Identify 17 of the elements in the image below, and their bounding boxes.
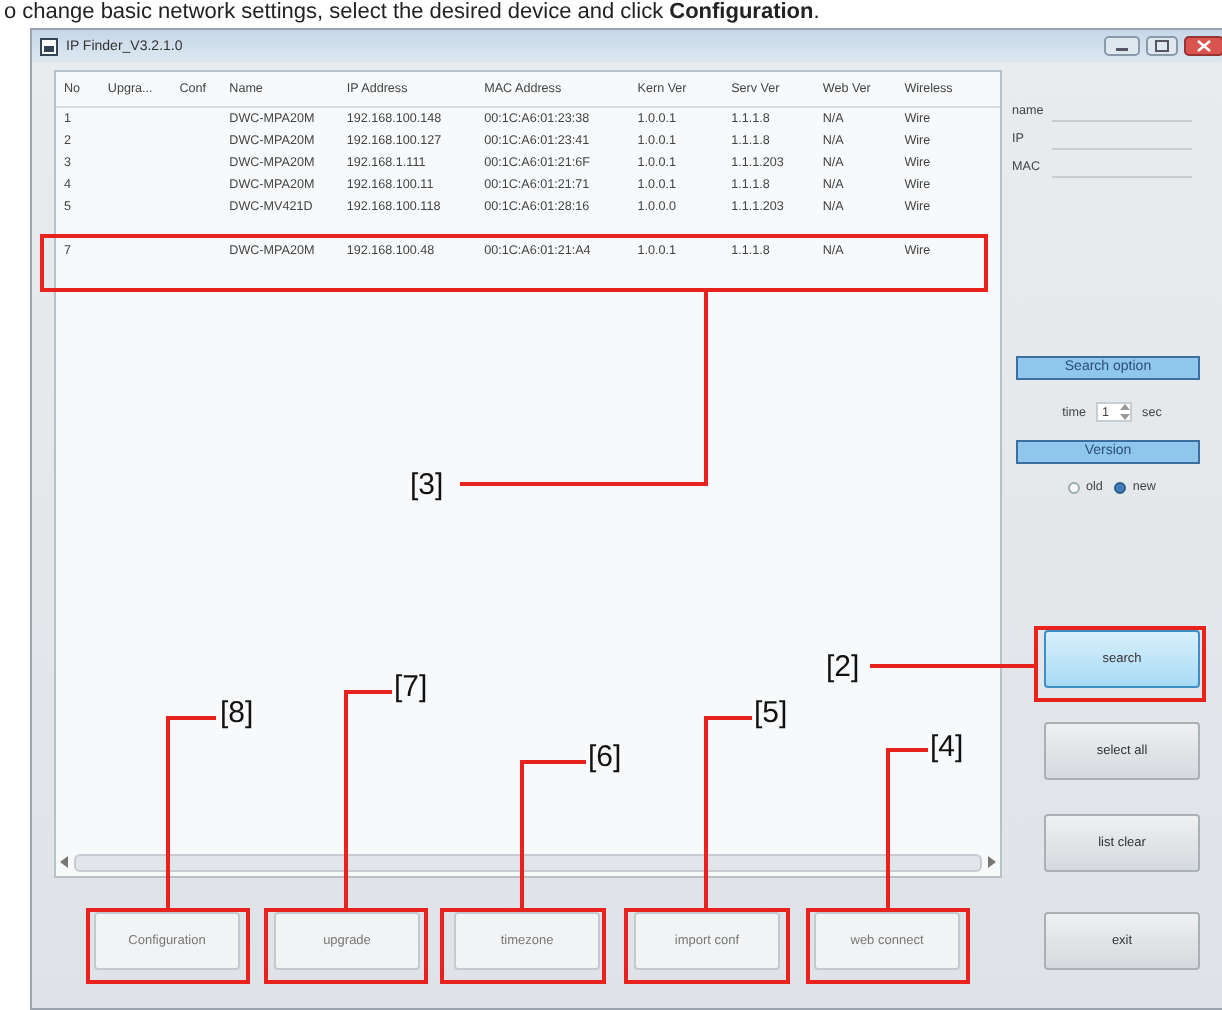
scroll-left-icon[interactable]: [60, 856, 70, 868]
callout-label: [7]: [394, 672, 428, 704]
maximize-icon[interactable]: [1146, 36, 1178, 56]
minimize-icon[interactable]: [1104, 36, 1140, 56]
scroll-right-icon[interactable]: [986, 856, 996, 868]
radio-button[interactable]: [1068, 481, 1081, 493]
close-icon[interactable]: [1184, 36, 1222, 56]
callout-label: [4]: [930, 732, 964, 764]
instruction-text: o change basic network settings, select the desired device and click Configuration.: [2, 0, 822, 28]
window-icon: [40, 37, 58, 55]
radio-button[interactable]: [1114, 481, 1127, 493]
callout-label: [2]: [826, 652, 860, 684]
horizontal-scrollbar[interactable]: [60, 852, 996, 872]
callout-label: [5]: [754, 698, 788, 730]
callout-label: [8]: [220, 698, 254, 730]
callout-label: [6]: [588, 742, 622, 774]
callout-label: [3]: [410, 470, 444, 502]
